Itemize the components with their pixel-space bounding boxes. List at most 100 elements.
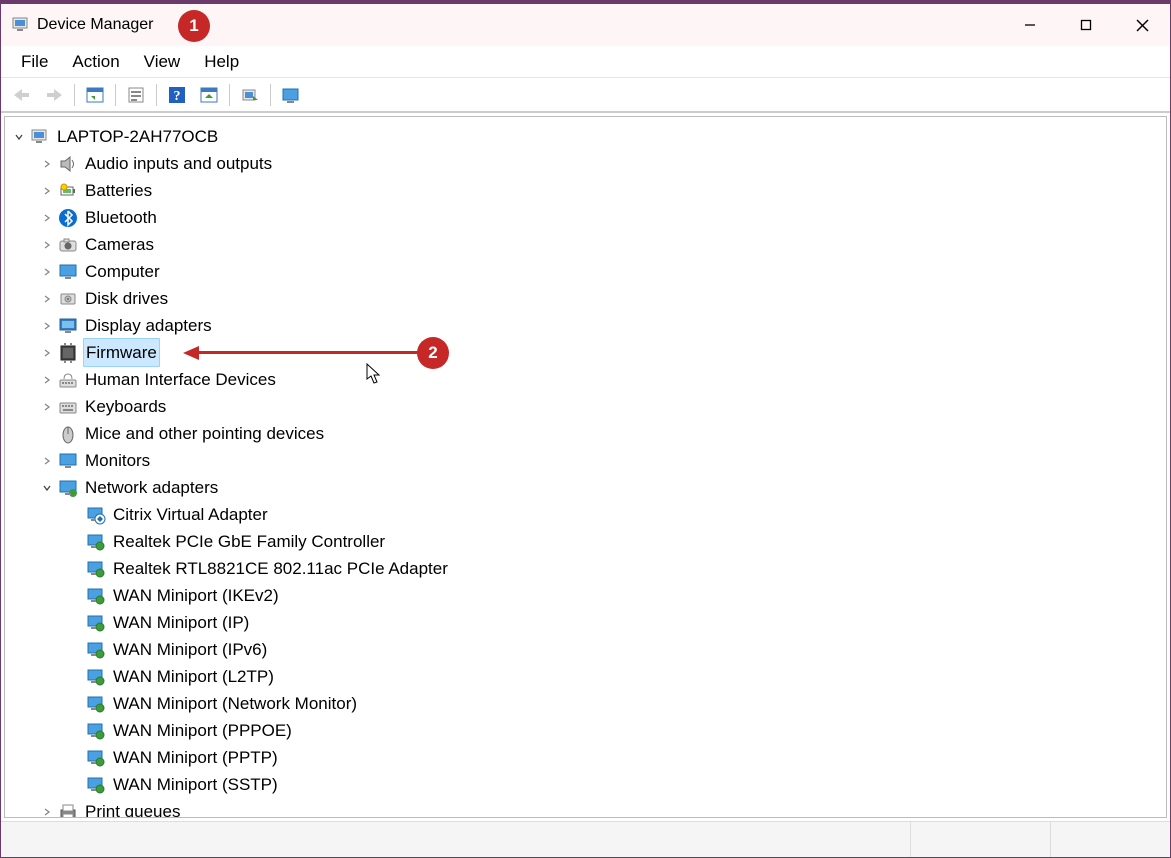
adapter-overlay-icon: [85, 504, 107, 526]
tree-category-label: Disk drives: [83, 285, 170, 312]
titlebar: Device Manager 1: [1, 4, 1170, 46]
tree-category[interactable]: Keyboards: [5, 393, 1166, 420]
tree-device-label: WAN Miniport (PPTP): [111, 744, 280, 771]
tree-device-label: WAN Miniport (PPPOE): [111, 717, 294, 744]
toolbar-remote-button[interactable]: [276, 82, 306, 108]
adapter-icon: [85, 693, 107, 715]
printer-icon: [57, 801, 79, 819]
expand-icon[interactable]: [39, 210, 55, 226]
tree-device-label: WAN Miniport (L2TP): [111, 663, 276, 690]
adapter-icon: [85, 666, 107, 688]
toolbar-forward-button[interactable]: [39, 82, 69, 108]
tree-device[interactable]: WAN Miniport (PPTP): [5, 744, 1166, 771]
camera-icon: [57, 234, 79, 256]
tree-device-label: Realtek RTL8821CE 802.11ac PCIe Adapter: [111, 555, 450, 582]
annotation-badge-1: 1: [178, 10, 210, 42]
tree-device[interactable]: WAN Miniport (IPv6): [5, 636, 1166, 663]
battery-icon: [57, 180, 79, 202]
adapter-icon: [85, 531, 107, 553]
tree-device[interactable]: Realtek RTL8821CE 802.11ac PCIe Adapter: [5, 555, 1166, 582]
toolbar-help-button[interactable]: ?: [162, 82, 192, 108]
toolbar-back-button[interactable]: [7, 82, 37, 108]
tree-device-label: WAN Miniport (IP): [111, 609, 251, 636]
tree-device[interactable]: WAN Miniport (PPPOE): [5, 717, 1166, 744]
tree-category-label: Human Interface Devices: [83, 366, 278, 393]
statusbar: [1, 821, 1170, 857]
toolbar-separator: [74, 84, 75, 106]
keyboard-icon: [57, 396, 79, 418]
toolbar-action-center-button[interactable]: [194, 82, 224, 108]
tree-category[interactable]: Computer: [5, 258, 1166, 285]
toolbar-properties-button[interactable]: [121, 82, 151, 108]
tree-device-label: Realtek PCIe GbE Family Controller: [111, 528, 387, 555]
app-icon: [11, 16, 29, 34]
menu-action[interactable]: Action: [62, 49, 129, 75]
menu-file[interactable]: File: [11, 49, 58, 75]
tree-device[interactable]: Citrix Virtual Adapter: [5, 501, 1166, 528]
collapse-icon[interactable]: [11, 129, 27, 145]
tree-root[interactable]: LAPTOP-2AH77OCB: [5, 123, 1166, 150]
adapter-icon: [85, 558, 107, 580]
expand-icon[interactable]: [39, 156, 55, 172]
toolbar-separator: [229, 84, 230, 106]
minimize-button[interactable]: [1002, 4, 1058, 46]
toolbar-scan-button[interactable]: [235, 82, 265, 108]
toolbar-showhide-button[interactable]: [80, 82, 110, 108]
collapse-icon[interactable]: [39, 480, 55, 496]
maximize-button[interactable]: [1058, 4, 1114, 46]
tree-category[interactable]: Disk drives: [5, 285, 1166, 312]
menu-help[interactable]: Help: [194, 49, 249, 75]
tree-category-label: Display adapters: [83, 312, 214, 339]
tree-category[interactable]: Display adapters: [5, 312, 1166, 339]
tree-category[interactable]: Mice and other pointing devices: [5, 420, 1166, 447]
menu-view[interactable]: View: [134, 49, 191, 75]
annotation-badge-2: 2: [417, 337, 449, 369]
adapter-icon: [85, 639, 107, 661]
monitor-icon: [57, 450, 79, 472]
annotation-arrow-line: [199, 351, 419, 354]
device-manager-window: Device Manager 1 File Action View Help: [0, 0, 1171, 858]
tree-category[interactable]: Print queues: [5, 798, 1166, 818]
expand-icon[interactable]: [39, 237, 55, 253]
tree-category-label: Audio inputs and outputs: [83, 150, 274, 177]
tree-category[interactable]: Batteries: [5, 177, 1166, 204]
tree-category-label: Cameras: [83, 231, 156, 258]
tree-category-label: Mice and other pointing devices: [83, 420, 326, 447]
expand-icon[interactable]: [39, 183, 55, 199]
adapter-icon: [85, 585, 107, 607]
expander-placeholder: [39, 426, 55, 442]
toolbar-separator: [156, 84, 157, 106]
expand-icon[interactable]: [39, 264, 55, 280]
tree-category-label: Monitors: [83, 447, 152, 474]
expand-icon[interactable]: [39, 453, 55, 469]
tree-device[interactable]: WAN Miniport (Network Monitor): [5, 690, 1166, 717]
tree-category[interactable]: Network adapters: [5, 474, 1166, 501]
tree-category[interactable]: Firmware: [5, 339, 1166, 366]
device-tree-panel[interactable]: LAPTOP-2AH77OCBAudio inputs and outputsB…: [4, 116, 1167, 818]
tree-device[interactable]: WAN Miniport (SSTP): [5, 771, 1166, 798]
tree-category[interactable]: Human Interface Devices: [5, 366, 1166, 393]
toolbar: ?: [1, 78, 1170, 112]
tree-device[interactable]: Realtek PCIe GbE Family Controller: [5, 528, 1166, 555]
tree-category[interactable]: Audio inputs and outputs: [5, 150, 1166, 177]
mouse-icon: [57, 423, 79, 445]
tree-device-label: WAN Miniport (IKEv2): [111, 582, 281, 609]
tree-category[interactable]: Bluetooth: [5, 204, 1166, 231]
expand-icon[interactable]: [39, 804, 55, 819]
expand-icon[interactable]: [39, 372, 55, 388]
expand-icon[interactable]: [39, 399, 55, 415]
close-button[interactable]: [1114, 4, 1170, 46]
expand-icon[interactable]: [39, 291, 55, 307]
tree-device[interactable]: WAN Miniport (IKEv2): [5, 582, 1166, 609]
expand-icon[interactable]: [39, 345, 55, 361]
tree-category-label: Firmware: [83, 338, 160, 367]
adapter-icon: [85, 612, 107, 634]
tree-device[interactable]: WAN Miniport (IP): [5, 609, 1166, 636]
tree-device[interactable]: WAN Miniport (L2TP): [5, 663, 1166, 690]
cursor-icon: [366, 363, 382, 385]
toolbar-separator: [115, 84, 116, 106]
tree-category[interactable]: Monitors: [5, 447, 1166, 474]
tree-device-label: WAN Miniport (SSTP): [111, 771, 280, 798]
tree-category[interactable]: Cameras: [5, 231, 1166, 258]
expand-icon[interactable]: [39, 318, 55, 334]
